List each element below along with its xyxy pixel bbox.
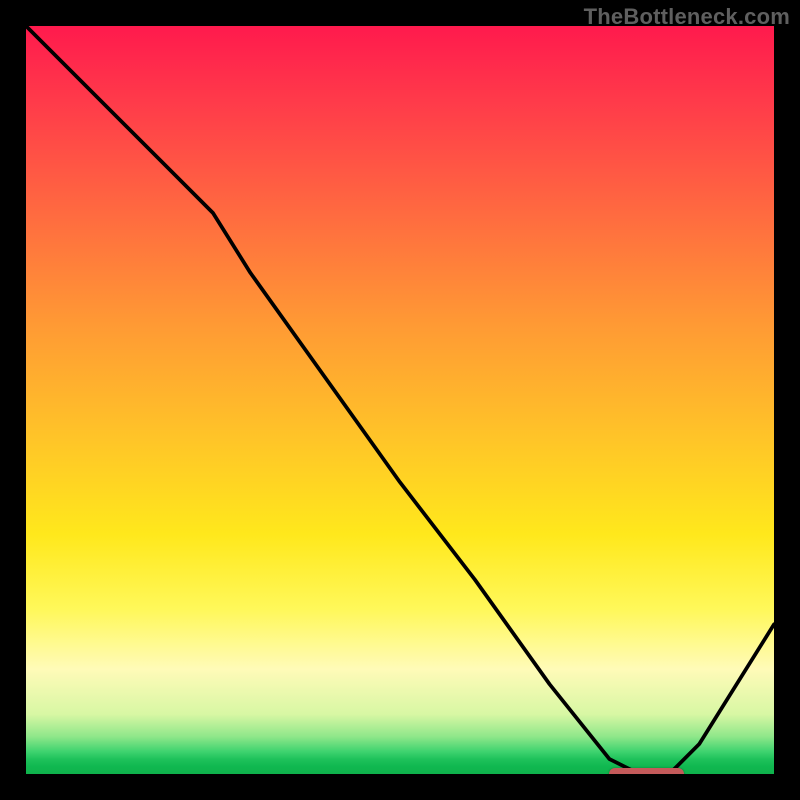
chart-container: TheBottleneck.com xyxy=(0,0,800,800)
bottleneck-curve xyxy=(26,26,774,774)
optimal-range-marker xyxy=(609,768,684,774)
plot-area xyxy=(26,26,774,774)
curve-svg xyxy=(26,26,774,774)
